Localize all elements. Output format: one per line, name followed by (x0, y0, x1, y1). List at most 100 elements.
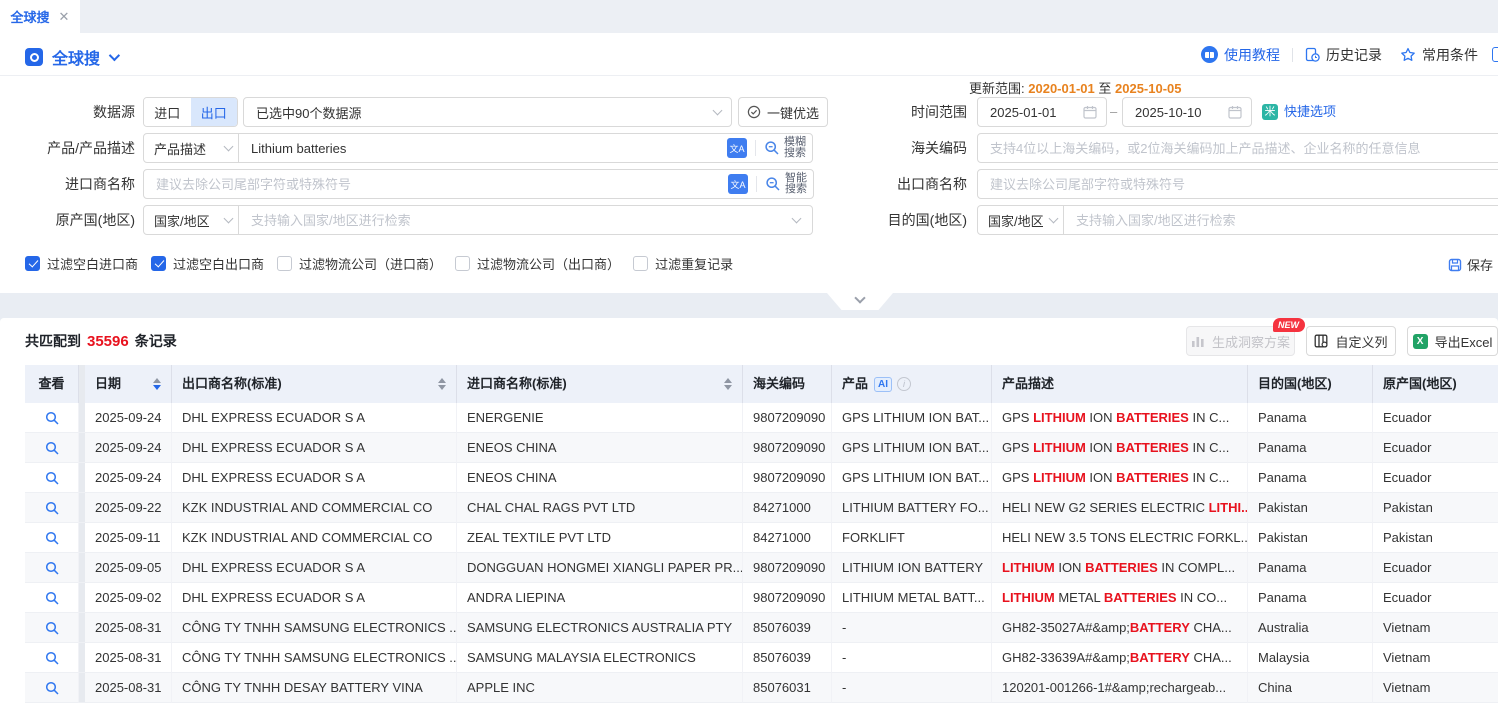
filter-checkbox[interactable]: 过滤重复记录 (633, 254, 733, 273)
checkbox-checked-icon[interactable] (151, 256, 166, 271)
cell-product[interactable]: LITHIUM METAL BATT... (832, 583, 992, 613)
filter-checkbox[interactable]: 过滤物流公司（出口商） (455, 254, 620, 273)
cut-off-icon[interactable] (1492, 47, 1498, 62)
checkbox-unchecked-icon[interactable] (277, 256, 292, 271)
date-to-field[interactable] (1122, 97, 1252, 127)
toggle-import[interactable]: 进口 (144, 98, 191, 126)
origin-country-select[interactable]: 国家/地区 (143, 205, 240, 235)
chevron-down-icon[interactable] (109, 50, 120, 61)
view-button[interactable] (25, 613, 79, 643)
date-to-input[interactable] (1123, 105, 1228, 120)
toggle-export[interactable]: 出口 (191, 98, 238, 126)
cell-importer-link[interactable]: DONGGUAN HONGMEI XIANGLI PAPER PR... (457, 553, 743, 583)
table-row: 2025-09-22KZK INDUSTRIAL AND COMMERCIAL … (25, 493, 1498, 523)
datasource-select[interactable]: 已选中90个数据源 (243, 97, 732, 127)
view-button[interactable] (25, 643, 79, 673)
cell-product[interactable]: FORKLIFT (832, 523, 992, 553)
history-link[interactable]: 历史记录 (1305, 45, 1382, 65)
translate-icon[interactable]: 文A (728, 174, 748, 194)
export-excel-button[interactable]: X 导出Excel (1407, 326, 1498, 356)
fuzzy-search-label[interactable]: 模糊搜索 (784, 137, 806, 159)
quick-options-link[interactable]: 米 快捷选项 (1262, 97, 1336, 127)
smart-search-label[interactable]: 智能搜索 (785, 173, 807, 195)
view-button[interactable] (25, 433, 79, 463)
optimize-button[interactable]: 一键优选 (738, 97, 828, 127)
date-from-field[interactable] (977, 97, 1107, 127)
importer-input[interactable] (144, 177, 728, 192)
cell-exporter-link[interactable]: KZK INDUSTRIAL AND COMMERCIAL CO (172, 523, 457, 553)
origin-input[interactable] (239, 213, 793, 228)
checkbox-unchecked-icon[interactable] (455, 256, 470, 271)
product-type-select[interactable]: 产品描述 (143, 133, 240, 163)
sort-icon[interactable] (145, 378, 161, 390)
cell-exporter-link[interactable]: CÔNG TY TNHH SAMSUNG ELECTRONICS ... (172, 613, 457, 643)
view-button[interactable] (25, 493, 79, 523)
fuzzy-search-icon[interactable] (764, 140, 780, 156)
cell-hs-code: 9807209090 (743, 403, 832, 433)
customize-columns-button[interactable]: 自定义列 (1306, 326, 1396, 356)
cell-exporter-link[interactable]: DHL EXPRESS ECUADOR S A (172, 553, 457, 583)
cell-exporter-link[interactable]: DHL EXPRESS ECUADOR S A (172, 433, 457, 463)
cell-importer-link[interactable]: CHAL CHAL RAGS PVT LTD (457, 493, 743, 523)
cell-product[interactable]: LITHIUM ION BATTERY (832, 553, 992, 583)
sort-icon[interactable] (430, 378, 446, 390)
cell-product[interactable]: GPS LITHIUM ION BAT... (832, 403, 992, 433)
date-from-input[interactable] (978, 105, 1083, 120)
cell-importer-link[interactable]: SAMSUNG MALAYSIA ELECTRONICS (457, 643, 743, 673)
cell-importer-link[interactable]: APPLE INC (457, 673, 743, 703)
cell-exporter-link[interactable]: DHL EXPRESS ECUADOR S A (172, 583, 457, 613)
translate-icon[interactable]: 文A (727, 138, 747, 158)
cell-origin: Ecuador (1373, 463, 1498, 493)
calendar-icon (1083, 105, 1097, 119)
smart-search-icon[interactable] (765, 176, 781, 192)
cell-hs-code: 9807209090 (743, 433, 832, 463)
sort-icon[interactable] (716, 378, 732, 390)
view-button[interactable] (25, 403, 79, 433)
filter-checkbox-label: 过滤重复记录 (655, 254, 733, 273)
cell-product[interactable]: GPS LITHIUM ION BAT... (832, 433, 992, 463)
cell-importer-link[interactable]: ENEOS CHINA (457, 463, 743, 493)
view-button[interactable] (25, 463, 79, 493)
destination-country-select[interactable]: 国家/地区 (977, 205, 1065, 235)
save-link[interactable]: 保存 (1448, 255, 1493, 274)
tab-global-search[interactable]: 全球搜 ✕ (0, 0, 80, 33)
cell-importer-link[interactable]: ANDRA LIEPINA (457, 583, 743, 613)
view-button[interactable] (25, 553, 79, 583)
cell-product[interactable]: LITHIUM BATTERY FO... (832, 493, 992, 523)
cell-importer-link[interactable]: ZEAL TEXTILE PVT LTD (457, 523, 743, 553)
filter-checkbox[interactable]: 过滤物流公司（进口商） (277, 254, 442, 273)
cell-exporter-link[interactable]: CÔNG TY TNHH DESAY BATTERY VINA (172, 673, 457, 703)
destination-input[interactable] (1064, 213, 1498, 228)
view-button[interactable] (25, 583, 79, 613)
cell-importer-link[interactable]: ENEOS CHINA (457, 433, 743, 463)
cell-date: 2025-09-11 (85, 523, 172, 553)
view-button[interactable] (25, 673, 79, 703)
exporter-input[interactable] (978, 177, 1498, 192)
table-row: 2025-09-02DHL EXPRESS ECUADOR S AANDRA L… (25, 583, 1498, 613)
checkbox-checked-icon[interactable] (25, 256, 40, 271)
page-title: 全球搜 (52, 45, 100, 69)
info-icon[interactable]: i (897, 377, 911, 391)
chart-icon (1191, 335, 1205, 348)
cell-exporter-link[interactable]: DHL EXPRESS ECUADOR S A (172, 403, 457, 433)
cell-exporter-link[interactable]: DHL EXPRESS ECUADOR S A (172, 463, 457, 493)
favorites-link[interactable]: 常用条件 (1400, 45, 1478, 65)
hscode-input[interactable] (978, 141, 1498, 156)
view-button[interactable] (25, 523, 79, 553)
cell-hs-code: 85076039 (743, 643, 832, 673)
cell-exporter-link[interactable]: KZK INDUSTRIAL AND COMMERCIAL CO (172, 493, 457, 523)
cell-importer-link[interactable]: SAMSUNG ELECTRONICS AUSTRALIA PTY (457, 613, 743, 643)
cell-product: - (832, 613, 992, 643)
checkbox-unchecked-icon[interactable] (633, 256, 648, 271)
filter-checkbox[interactable]: 过滤空白进口商 (25, 254, 138, 273)
table-row: 2025-08-31CÔNG TY TNHH SAMSUNG ELECTRONI… (25, 613, 1498, 643)
tutorial-link[interactable]: 使用教程 (1201, 45, 1280, 65)
cell-product[interactable]: GPS LITHIUM ION BAT... (832, 463, 992, 493)
cell-importer-link[interactable]: ENERGENIE (457, 403, 743, 433)
generate-insight-button[interactable]: 生成洞察方案 NEW (1186, 326, 1295, 356)
cell-exporter-link[interactable]: CÔNG TY TNHH SAMSUNG ELECTRONICS ... (172, 643, 457, 673)
product-input[interactable] (239, 141, 727, 156)
collapse-handle[interactable] (827, 293, 893, 310)
tab-close-icon[interactable]: ✕ (59, 9, 70, 25)
filter-checkbox[interactable]: 过滤空白出口商 (151, 254, 264, 273)
